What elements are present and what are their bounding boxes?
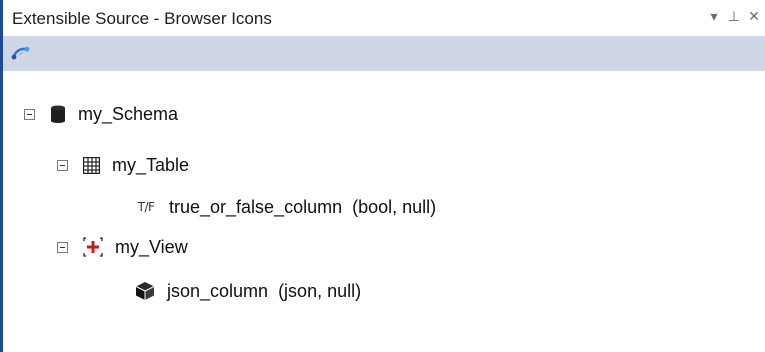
connect-icon — [11, 46, 30, 60]
table-grid-icon — [83, 156, 100, 174]
tree-node-view[interactable]: my_View — [57, 232, 188, 262]
json-column-type: (json, null) — [278, 280, 362, 301]
view-label: my_View — [115, 236, 188, 257]
tree-node-bool-column[interactable]: T/F true_or_false_column (bool, null) — [135, 192, 437, 222]
boolean-type-icon: T/F — [137, 200, 155, 214]
panel-titlebar: Extensible Source - Browser Icons ▾ ⊥ ✕ — [3, 0, 765, 36]
cube-icon — [135, 281, 155, 301]
bool-column-type: (bool, null) — [352, 196, 437, 217]
table-label: my_Table — [112, 154, 190, 175]
view-icon — [83, 237, 103, 257]
titlebar-controls: ▾ ⊥ ✕ — [707, 9, 761, 25]
panel-title: Extensible Source - Browser Icons — [12, 9, 272, 28]
collapse-toggle[interactable] — [57, 159, 68, 171]
json-column-label: json_column — [167, 280, 269, 301]
tree-node-json-column[interactable]: json_column (json, null) — [135, 276, 361, 306]
collapse-toggle[interactable] — [57, 241, 68, 253]
close-icon[interactable]: ✕ — [747, 9, 761, 25]
database-icon — [50, 105, 66, 123]
schema-label: my_Schema — [78, 103, 179, 124]
dropdown-icon[interactable]: ▾ — [707, 9, 721, 25]
bool-column-label: true_or_false_column — [169, 196, 343, 217]
tree-node-table[interactable]: my_Table — [57, 150, 189, 180]
tree-node-schema[interactable]: my_Schema — [24, 99, 178, 129]
object-tree: my_Schema my_Table T/F true_or_false_col… — [3, 71, 765, 352]
connect-button[interactable] — [9, 42, 33, 64]
collapse-toggle[interactable] — [24, 108, 35, 120]
panel-toolbar — [3, 36, 765, 71]
pin-icon[interactable]: ⊥ — [727, 9, 741, 25]
browser-panel: Extensible Source - Browser Icons ▾ ⊥ ✕ — [0, 0, 765, 352]
